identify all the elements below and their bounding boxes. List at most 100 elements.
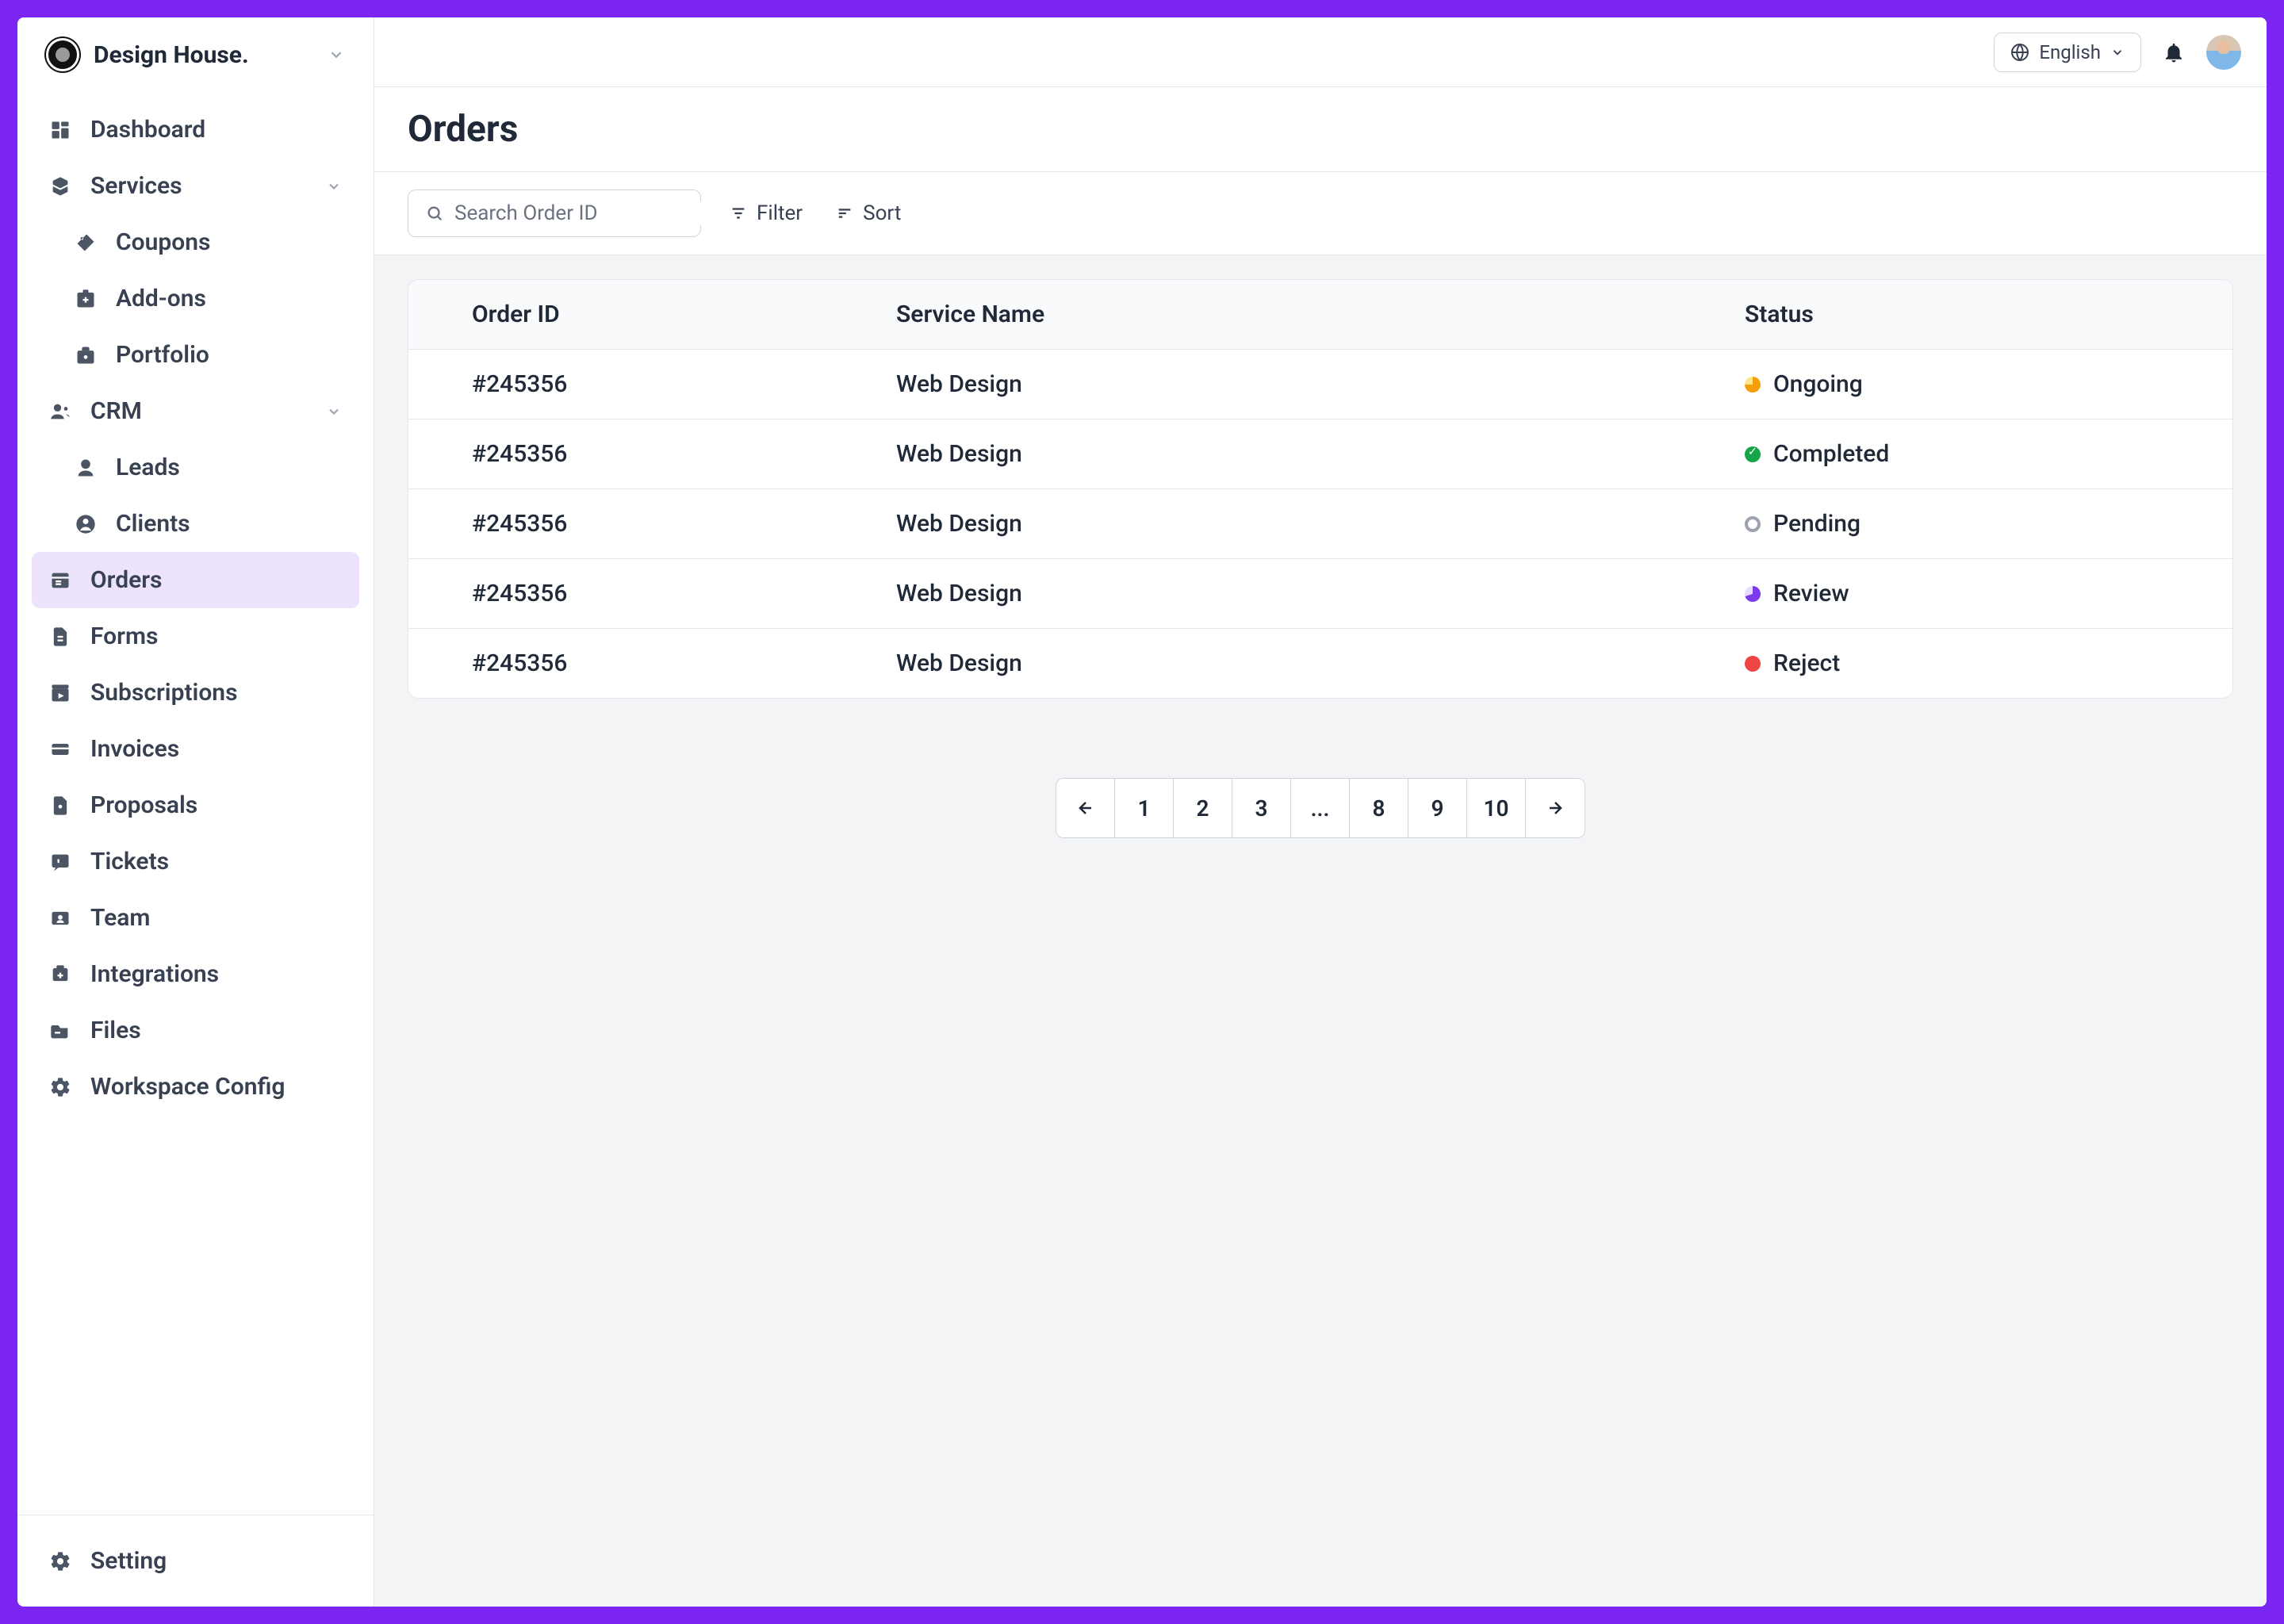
sidebar-item-label: Orders: [90, 566, 162, 594]
table-row[interactable]: #245356Web DesignReject: [408, 629, 2232, 698]
page-9[interactable]: 9: [1408, 779, 1467, 837]
addons-icon: [75, 288, 97, 310]
sidebar-item-coupons[interactable]: Coupons: [32, 214, 359, 270]
status-label: Completed: [1773, 440, 1889, 468]
filter-label: Filter: [757, 201, 803, 225]
sort-label: Sort: [863, 201, 901, 225]
sidebar-item-files[interactable]: Files: [32, 1002, 359, 1059]
table-row[interactable]: #245356Web DesignPending: [408, 489, 2232, 559]
filter-icon: [730, 205, 747, 222]
language-selector[interactable]: English: [1994, 33, 2141, 72]
cell-status: Completed: [1745, 440, 2169, 468]
sidebar-item-clients[interactable]: Clients: [32, 496, 359, 552]
page-ellipsis: ...: [1291, 779, 1350, 837]
cell-service: Web Design: [896, 510, 1745, 538]
sidebar-item-leads[interactable]: Leads: [32, 439, 359, 496]
table-row[interactable]: #245356Web DesignReview: [408, 559, 2232, 629]
sidebar-item-team[interactable]: Team: [32, 890, 359, 946]
table-row[interactable]: #245356Web DesignOngoing: [408, 350, 2232, 419]
leads-icon: [75, 457, 97, 479]
status-label: Pending: [1773, 510, 1861, 538]
sidebar-item-label: Subscriptions: [90, 679, 238, 707]
sort-button[interactable]: Sort: [831, 193, 906, 233]
sidebar-item-label: Services: [90, 172, 182, 200]
table-row[interactable]: #245356Web DesignCompleted: [408, 419, 2232, 489]
search-input-wrapper[interactable]: [408, 190, 701, 237]
workspace-switcher[interactable]: Design House.: [17, 17, 374, 92]
filter-button[interactable]: Filter: [725, 193, 807, 233]
cell-status: Reject: [1745, 649, 2169, 677]
col-service: Service Name: [896, 301, 1745, 328]
sidebar-item-label: Clients: [116, 510, 190, 538]
sidebar-item-addons[interactable]: Add-ons: [32, 270, 359, 327]
sidebar-item-services[interactable]: Services: [32, 158, 359, 214]
tickets-icon: [49, 851, 71, 873]
sidebar-item-invoices[interactable]: Invoices: [32, 721, 359, 777]
table-header: Order ID Service Name Status: [408, 280, 2232, 350]
orders-table: Order ID Service Name Status #245356Web …: [408, 279, 2233, 699]
page-3[interactable]: 3: [1232, 779, 1291, 837]
col-status: Status: [1745, 301, 2169, 328]
cell-order: #245356: [472, 649, 896, 677]
content: Order ID Service Name Status #245356Web …: [374, 255, 2267, 1607]
team-icon: [49, 907, 71, 929]
navigation: Dashboard Services Coupons Add-onsPortfolio…: [17, 92, 374, 1515]
cell-service: Web Design: [896, 580, 1745, 607]
page-label: 9: [1431, 795, 1444, 822]
cell-order: #245356: [472, 370, 896, 398]
search-input[interactable]: [454, 201, 719, 225]
cell-service: Web Design: [896, 370, 1745, 398]
sidebar-item-dashboard[interactable]: Dashboard: [32, 102, 359, 158]
page-2[interactable]: 2: [1174, 779, 1232, 837]
status-label: Review: [1773, 580, 1849, 607]
cell-status: Ongoing: [1745, 370, 2169, 398]
sidebar-item-label: Invoices: [90, 735, 179, 763]
sidebar-item-label: Team: [90, 904, 150, 932]
page-10[interactable]: 10: [1467, 779, 1526, 837]
workspace-name: Design House.: [94, 41, 313, 69]
sidebar-item-label: Files: [90, 1017, 141, 1044]
page-label: 3: [1255, 795, 1268, 822]
page-label: ...: [1311, 795, 1330, 822]
sidebar-item-orders[interactable]: Orders: [32, 552, 359, 608]
cell-status: Pending: [1745, 510, 2169, 538]
sidebar-item-workspace[interactable]: Workspace Config: [32, 1059, 359, 1115]
sidebar-item-integrations[interactable]: Integrations: [32, 946, 359, 1002]
clients-icon: [75, 513, 97, 535]
workspace-icon: [49, 1076, 71, 1098]
notifications-button[interactable]: [2162, 40, 2186, 64]
page-header: Orders: [374, 87, 2267, 172]
files-icon: [49, 1020, 71, 1042]
status-pending-icon: [1745, 516, 1761, 532]
sidebar-item-label: Setting: [90, 1547, 167, 1575]
chevron-down-icon: [326, 404, 342, 419]
chevron-down-icon[interactable]: [328, 46, 345, 63]
sidebar-item-crm[interactable]: CRM: [32, 383, 359, 439]
page-8[interactable]: 8: [1350, 779, 1408, 837]
page-1[interactable]: 1: [1115, 779, 1174, 837]
sidebar-item-portfolio[interactable]: Portfolio: [32, 327, 359, 383]
sidebar-item-label: Integrations: [90, 960, 219, 988]
user-avatar[interactable]: [2206, 35, 2241, 70]
page-label: 1: [1138, 795, 1151, 822]
sort-icon: [836, 205, 853, 222]
arrow-left-icon: [1076, 799, 1095, 818]
search-icon: [426, 205, 443, 222]
coupons-icon: [75, 232, 97, 254]
globe-icon: [2010, 43, 2029, 62]
sidebar-item-proposals[interactable]: Proposals: [32, 777, 359, 833]
workspace-logo: [46, 38, 79, 71]
services-icon: [49, 175, 71, 197]
sidebar-item-label: Proposals: [90, 791, 197, 819]
page-next[interactable]: [1526, 779, 1585, 837]
sidebar-item-forms[interactable]: Forms: [32, 608, 359, 665]
app-shell: Design House. Dashboard Services Coupons Ad…: [17, 17, 2267, 1607]
page-label: 10: [1484, 795, 1509, 822]
cell-service: Web Design: [896, 649, 1745, 677]
page-prev[interactable]: [1056, 779, 1115, 837]
sidebar-item-tickets[interactable]: Tickets: [32, 833, 359, 890]
sidebar-item-subscriptions[interactable]: Subscriptions: [32, 665, 359, 721]
sidebar-item-setting[interactable]: Setting: [32, 1530, 359, 1592]
page-label: 2: [1197, 795, 1209, 822]
sidebar-item-label: Coupons: [116, 228, 210, 256]
